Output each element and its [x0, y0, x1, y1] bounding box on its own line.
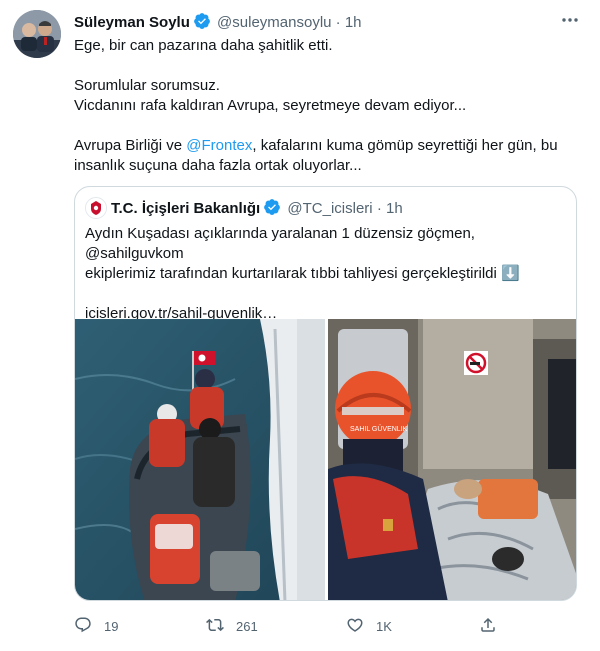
tweet-paragraph: Avrupa Birliği ve @Frontex, kafalarını k…: [74, 136, 574, 176]
quoted-handle[interactable]: @TC_icisleri: [287, 200, 372, 217]
quoted-time[interactable]: 1h: [386, 200, 403, 217]
action-bar: 19 261 1K: [74, 612, 514, 640]
retweet-count: 261: [236, 618, 258, 634]
quoted-name[interactable]: T.C. İçişleri Bakanlığı: [111, 200, 260, 217]
text-segment: Avrupa Birliği ve: [74, 137, 187, 154]
like-count: 1K: [376, 618, 392, 634]
medical-evacuation-photo[interactable]: SAHIL GÜVENLIK: [328, 319, 576, 600]
reply-count: 19: [104, 618, 119, 634]
quoted-tweet[interactable]: T.C. İçişleri Bakanlığı @TC_icisleri · 1…: [74, 186, 577, 601]
reply-button[interactable]: 19: [74, 612, 118, 640]
quoted-line: Aydın Kuşadası açıklarında yaralanan 1 d…: [85, 225, 475, 262]
share-button[interactable]: [479, 612, 497, 640]
quoted-header: T.C. İçişleri Bakanlığı @TC_icisleri · 1…: [111, 198, 403, 222]
retweet-icon: [206, 616, 224, 637]
quoted-media[interactable]: SAHIL GÜVENLIK: [75, 319, 576, 600]
tweet-paragraph: Vicdanını rafa kaldıran Avrupa, seyretme…: [74, 97, 467, 114]
more-icon[interactable]: [560, 10, 580, 30]
like-button[interactable]: 1K: [346, 612, 392, 640]
rescue-boat-photo[interactable]: [75, 319, 325, 600]
retweet-button[interactable]: 261: [206, 612, 258, 640]
quoted-text: Aydın Kuşadası açıklarında yaralanan 1 d…: [85, 224, 565, 324]
tweet-paragraph: Sorumlular sorumsuz.: [74, 77, 220, 94]
quoted-line: ekiplerimiz tarafından kurtarılarak tıbb…: [85, 265, 520, 282]
quoted-avatar[interactable]: [85, 197, 107, 219]
mention-link[interactable]: @Frontex: [186, 137, 252, 154]
tweet-text: Ege, bir can pazarına daha şahitlik etti…: [74, 36, 574, 176]
tweet-time[interactable]: 1h: [345, 14, 362, 31]
quoted-separator: ·: [376, 200, 382, 217]
verified-badge-icon: [263, 198, 281, 222]
helmet-label: SAHIL GÜVENLIK: [350, 425, 408, 433]
tweet-paragraph: Ege, bir can pazarına daha şahitlik etti…: [74, 37, 333, 54]
header-separator: ·: [335, 14, 341, 31]
author-name[interactable]: Süleyman Soylu: [74, 14, 190, 31]
like-icon: [346, 616, 364, 637]
tweet-header: Süleyman Soylu @suleymansoylu · 1h: [74, 12, 362, 36]
author-avatar[interactable]: [13, 10, 61, 58]
tweet-card[interactable]: Süleyman Soylu @suleymansoylu · 1h Ege, …: [0, 0, 600, 651]
verified-badge-icon: [193, 12, 211, 36]
author-handle[interactable]: @suleymansoylu: [217, 14, 331, 31]
reply-icon: [74, 616, 92, 637]
share-icon: [479, 616, 497, 637]
